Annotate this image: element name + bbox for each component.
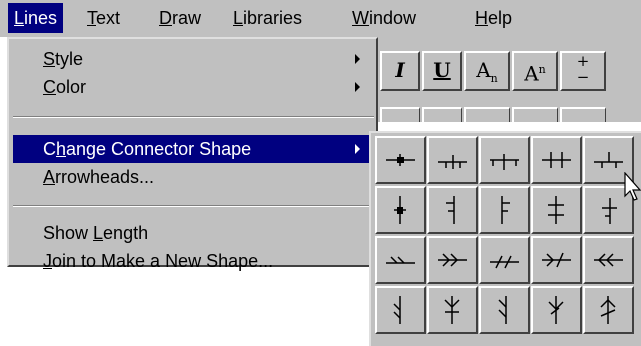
connector-double-arrow-left-icon[interactable] [583, 236, 634, 284]
menu-bar: Lines Text Draw Libraries Window Help [0, 0, 641, 37]
connector-double-tick-icon[interactable] [531, 136, 582, 184]
menu-lines[interactable]: Lines [8, 3, 64, 33]
menu-separator [13, 116, 374, 118]
connector-vertical-crow-icon[interactable] [375, 286, 426, 334]
connector-vertical-left-tick-icon[interactable] [427, 186, 478, 234]
connector-single-tick-icon[interactable] [427, 136, 478, 184]
plus-minus-button[interactable]: + − [560, 51, 606, 91]
submenu-arrow-icon [355, 54, 360, 64]
menu-item-show-length[interactable]: Show Length [13, 219, 374, 247]
italic-button[interactable]: I [380, 51, 420, 91]
connector-slash-arrow-icon[interactable] [479, 236, 530, 284]
menu-item-style[interactable]: Style [13, 45, 374, 73]
menu-libraries[interactable]: Libraries [227, 3, 308, 33]
connector-vertical-right-tick-icon[interactable] [479, 186, 530, 234]
menu-item-change-connector-shape[interactable]: Change Connector Shape [13, 135, 374, 163]
menu-item-join-new-shape[interactable]: Join to Make a New Shape... [13, 247, 374, 275]
underline-button[interactable]: U [422, 51, 462, 91]
menu-text[interactable]: Text [81, 3, 126, 33]
subscript-button[interactable]: An [464, 51, 510, 91]
menu-window[interactable]: Window [346, 3, 422, 33]
menu-help[interactable]: Help [469, 3, 518, 33]
menu-draw[interactable]: Draw [153, 3, 207, 33]
connector-vertical-branch-icon[interactable] [531, 286, 582, 334]
connector-double-arrow-right-icon[interactable] [427, 236, 478, 284]
menu-item-color[interactable]: Color [13, 73, 374, 101]
submenu-arrow-icon [355, 82, 360, 92]
connector-vertical-fork-icon[interactable] [427, 286, 478, 334]
connector-vertical-hook-icon[interactable] [479, 286, 530, 334]
connector-vertical-dot-icon[interactable] [375, 186, 426, 234]
mouse-pointer-icon [624, 172, 641, 201]
connector-vertical-double-tick-icon[interactable] [531, 186, 582, 234]
connector-vertical-arrow-up-icon[interactable] [583, 286, 634, 334]
connector-double-slash-icon[interactable] [375, 236, 426, 284]
submenu-arrow-icon [355, 144, 360, 154]
connector-tee-icon[interactable] [479, 136, 530, 184]
superscript-button[interactable]: An [512, 51, 558, 91]
connector-arrow-slash-icon[interactable] [531, 236, 582, 284]
toolbar-background: I U An An + − [370, 37, 641, 122]
menu-item-arrowheads[interactable]: Arrowheads... [13, 163, 374, 191]
lines-dropdown-menu: Style Color Change Connector Shape Arrow… [7, 37, 378, 271]
menu-separator [13, 205, 374, 207]
connector-shape-palette [369, 131, 641, 346]
connector-square-tick-icon[interactable] [375, 136, 426, 184]
